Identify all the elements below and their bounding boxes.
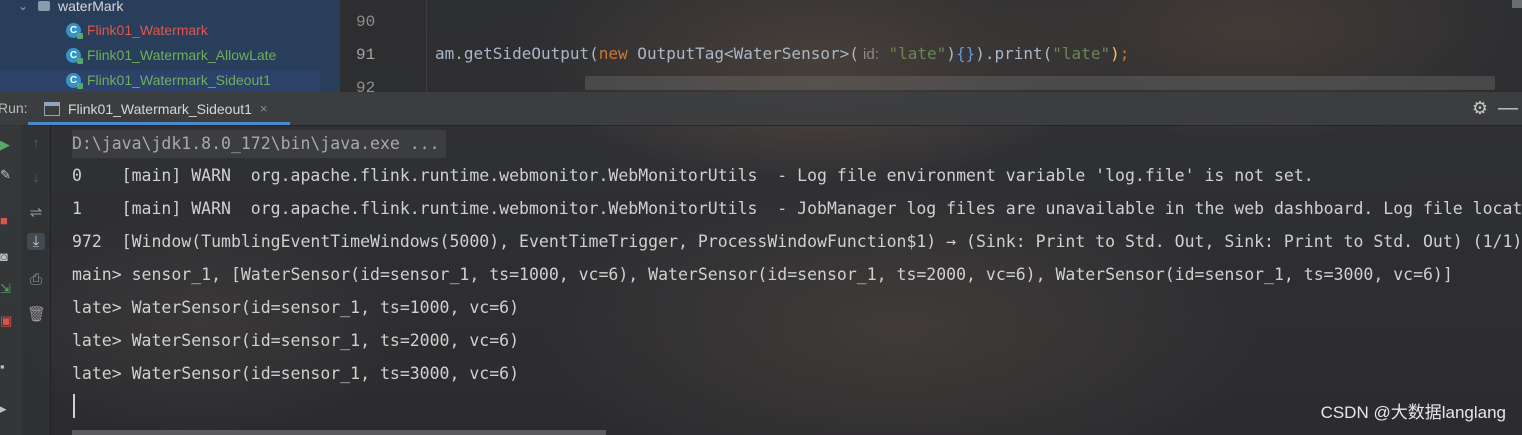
- console-line: late> WaterSensor(id=sensor_1, ts=3000, …: [72, 364, 520, 383]
- arrow-down-icon[interactable]: ↓: [27, 169, 45, 186]
- code-string: "late": [878, 44, 947, 63]
- camera-icon[interactable]: ◙: [0, 249, 8, 264]
- close-icon[interactable]: ×: [260, 101, 268, 116]
- console-line: D:\java\jdk1.8.0_172\bin\java.exe ...: [72, 130, 446, 158]
- console-line: 0 [main] WARN org.apache.flink.runtime.w…: [72, 166, 1314, 185]
- console-line: late> WaterSensor(id=sensor_1, ts=2000, …: [72, 331, 520, 350]
- console-output[interactable]: D:\java\jdk1.8.0_172\bin\java.exe ... 0 …: [60, 125, 1522, 435]
- rerun-icon[interactable]: ▶: [0, 137, 10, 153]
- editor-horizontal-scrollbar[interactable]: [585, 76, 1495, 90]
- tree-folder-watermark[interactable]: ⌄ waterMark: [18, 0, 123, 18]
- code-editor[interactable]: am.getSideOutput(new OutputTag<WaterSens…: [427, 0, 1522, 92]
- arrow-up-icon[interactable]: ↑: [27, 135, 45, 152]
- pin-icon[interactable]: ▪: [0, 359, 5, 374]
- tree-item-flink01-watermark[interactable]: C Flink01_Watermark: [66, 18, 208, 42]
- console-line: late> WaterSensor(id=sensor_1, ts=1000, …: [72, 298, 520, 317]
- code-keyword: new: [598, 44, 628, 63]
- java-class-icon: C: [66, 22, 83, 39]
- editor-gutter: 90 91 92: [340, 0, 427, 97]
- editor-vertical-scrollbar[interactable]: [1512, 0, 1522, 8]
- console-line: 972 [Window(TumblingEventTimeWindows(500…: [72, 232, 1522, 251]
- code-paren-highlight: ): [1110, 44, 1120, 63]
- tree-item-label: Flink01_Watermark_Sideout1: [87, 72, 271, 88]
- soft-wrap-icon[interactable]: ⇌: [27, 203, 45, 221]
- console-line: 1 [main] WARN org.apache.flink.runtime.w…: [72, 199, 1522, 218]
- chevron-down-icon[interactable]: ⌄: [18, 0, 30, 13]
- console-tab-icon: [44, 101, 60, 116]
- code-braces: {}: [955, 44, 976, 63]
- run-panel-label: Run:: [0, 100, 28, 116]
- console-toolbar: ↑ ↓ ⇌ ⤓ ⎙ 🗑: [22, 125, 51, 435]
- tree-folder-label: waterMark: [58, 0, 124, 14]
- code-token: ): [946, 44, 956, 63]
- package-icon: [38, 1, 50, 11]
- code-semicolon: ;: [1119, 44, 1130, 63]
- tree-item-flink01-watermark-sideout1[interactable]: C Flink01_Watermark_Sideout1: [66, 68, 271, 92]
- line-number: 91: [356, 46, 376, 64]
- scroll-to-end-icon[interactable]: ⤓: [27, 233, 45, 250]
- code-string: "late": [1052, 44, 1111, 63]
- print-icon[interactable]: ⎙: [27, 271, 45, 288]
- project-tree: ⌄ waterMark C Flink01_Watermark C Flink0…: [0, 0, 340, 92]
- restore-layout-icon[interactable]: ⇲: [0, 281, 11, 297]
- wrench-icon[interactable]: ✎: [0, 167, 11, 183]
- text-caret: [73, 394, 75, 418]
- code-token: OutputTag<WaterSensor>(: [627, 44, 859, 63]
- console-line: main> sensor_1, [WaterSensor(id=sensor_1…: [72, 265, 1453, 284]
- run-side-toolbar: ▶ ✎ ■ ◙ ⇲ ▣ ▪ ▸: [0, 125, 22, 435]
- more-icon[interactable]: ▸: [0, 401, 7, 417]
- console-horizontal-scrollbar[interactable]: [72, 430, 606, 435]
- trash-icon[interactable]: 🗑: [27, 305, 46, 323]
- tree-item-label: Flink01_Watermark: [87, 22, 208, 38]
- exit-icon[interactable]: ▣: [0, 313, 12, 329]
- java-class-icon: C: [66, 47, 83, 64]
- run-tab-title: Flink01_Watermark_Sideout1: [68, 100, 252, 117]
- parameter-hint: id:: [858, 46, 879, 63]
- tree-item-label: Flink01_Watermark_AllowLate: [87, 47, 277, 63]
- code-line-91[interactable]: am.getSideOutput(new OutputTag<WaterSens…: [435, 44, 1129, 63]
- java-class-icon: C: [66, 72, 83, 89]
- run-panel-header: Run: Flink01_Watermark_Sideout1 × ⚙ —: [0, 92, 1522, 126]
- watermark: CSDN @大数据langlang: [1320, 403, 1506, 422]
- run-tab[interactable]: Flink01_Watermark_Sideout1 ×: [28, 92, 290, 125]
- gear-icon[interactable]: ⚙: [1472, 98, 1488, 119]
- tree-item-flink01-watermark-allowlate[interactable]: C Flink01_Watermark_AllowLate: [66, 43, 276, 67]
- code-token: am.getSideOutput(: [435, 44, 599, 63]
- line-number: 90: [356, 13, 376, 31]
- minimize-icon[interactable]: —: [1498, 97, 1518, 120]
- stop-icon[interactable]: ■: [0, 213, 8, 228]
- code-token: ).print(: [975, 44, 1053, 63]
